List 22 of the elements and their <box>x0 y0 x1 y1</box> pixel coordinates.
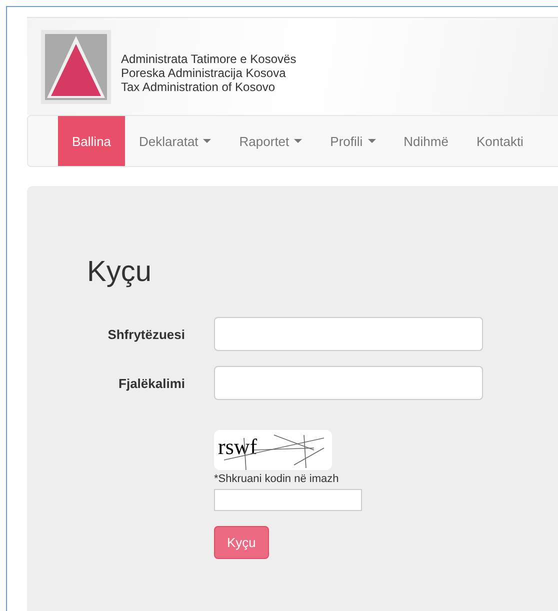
caret-icon <box>368 139 376 143</box>
agency-name: Administrata Tatimore e Kosovës <box>121 52 296 66</box>
input-field[interactable] <box>214 317 483 351</box>
captcha-image: rswf <box>214 430 332 470</box>
nav-item[interactable]: Profili <box>316 116 390 166</box>
captcha-hint: *Shkruani kodin në imazh <box>214 473 339 485</box>
login-button[interactable]: Kyçu <box>214 526 269 559</box>
nav-item[interactable]: Ndihmë <box>390 116 462 166</box>
nav-item[interactable]: Deklaratat <box>125 116 226 166</box>
nav-item[interactable]: Ballina <box>58 116 126 166</box>
caret-icon <box>294 139 302 143</box>
input-field[interactable] <box>214 366 483 400</box>
captcha-input[interactable] <box>214 489 362 511</box>
logo-icon <box>41 30 111 104</box>
caret-icon <box>203 139 212 143</box>
login-title: Kyçu <box>87 256 152 289</box>
agency-name: Poreska Administracija Kosova <box>121 66 287 80</box>
nav-item[interactable]: Raportet <box>225 116 316 166</box>
field-label: Fjalëkalimi <box>118 376 185 390</box>
agency-name: Tax Administration of Kosovo <box>121 80 276 94</box>
field-label: Shfrytëzuesi <box>106 326 185 342</box>
nav-item[interactable]: Kontakti <box>462 116 538 166</box>
